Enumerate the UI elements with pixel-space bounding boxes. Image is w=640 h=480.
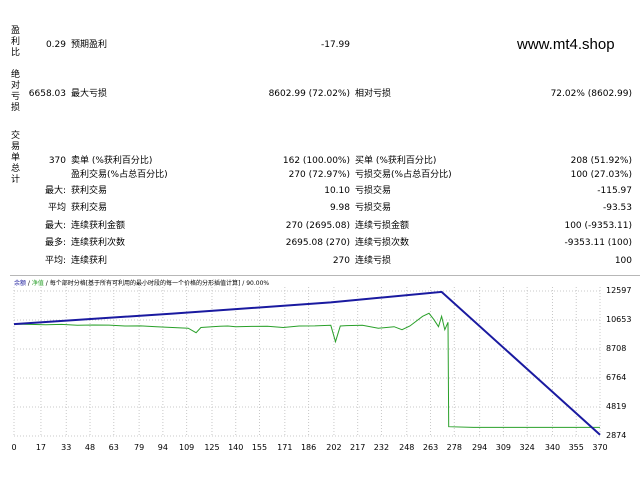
x-tick-label: 125	[204, 443, 220, 452]
loss-trades-label: 亏损交易(%占总百分比)	[355, 170, 452, 180]
x-tick-label: 0	[11, 443, 17, 452]
max-consecutive-losses-amount-label: 连续亏损金额	[355, 221, 410, 231]
x-tick-label: 232	[373, 443, 390, 452]
y-tick-label: 10653	[606, 314, 632, 324]
legend-equity: 净值	[31, 280, 44, 287]
long-positions-label: 买单 (%获利百分比)	[355, 156, 437, 166]
x-tick-label: 155	[251, 443, 268, 452]
x-tick-label: 294	[471, 443, 488, 452]
average-loss-trade-value: -93.53	[602, 203, 632, 213]
report-section: www.mt4.shop 盈利比 绝对亏损 交易单总计 0.29 预期盈利 -1…	[0, 0, 640, 272]
largest-prefix: 最大:	[44, 186, 66, 196]
long-positions-value: 208 (51.92%)	[570, 156, 632, 166]
relative-drawdown-value: 72.02% (8602.99)	[550, 89, 632, 99]
average-loss-trade-label: 亏损交易	[355, 203, 392, 213]
x-tick-label: 340	[544, 443, 561, 452]
x-tick-label: 63	[108, 443, 119, 452]
y-tick-label: 4819	[606, 401, 627, 411]
max-consecutive-wins-count-label: 连续获利次数	[71, 238, 126, 248]
maximal-prefix: 最多:	[44, 238, 66, 248]
relative-drawdown-label: 相对亏损	[355, 89, 392, 99]
balance-equity-chart: 余额 / 净值 / 每个部时分格[基于所有可利用的最小时段的每一个价格的分形插值…	[10, 275, 640, 452]
average-profit-trade-label: 获利交易	[71, 203, 108, 213]
expected-payoff-value: -17.99	[320, 40, 350, 50]
expected-payoff-label: 预期盈利	[71, 40, 108, 50]
average-profit-trade-value: 9.98	[329, 203, 350, 213]
x-tick-label: 217	[350, 443, 366, 452]
max-consecutive-wins-amount-value: 270 (2695.08)	[285, 221, 350, 231]
max-consecutive-losses-amount-value: 100 (-9353.11)	[564, 221, 632, 231]
max-consecutive-losses-count-value: -9353.11 (100)	[564, 238, 632, 248]
x-tick-label: 309	[495, 443, 512, 452]
short-positions-value: 162 (100.00%)	[282, 156, 350, 166]
balance-line	[13, 290, 601, 436]
max-consecutive-wins-amount-label: 连续获利金额	[71, 221, 126, 231]
maximum-prefix: 最大:	[44, 221, 66, 231]
avg-consecutive-losses-value: 100	[614, 256, 632, 266]
short-positions-label: 卖单 (%获利百分比)	[71, 156, 153, 166]
avg-consecutive-prefix: 平均:	[44, 256, 66, 266]
equity-line	[13, 312, 600, 428]
chart-svg	[13, 287, 601, 437]
largest-loss-trade-value: -115.97	[597, 186, 632, 196]
x-tick-label: 17	[35, 443, 47, 452]
largest-profit-trade-value: 10.10	[324, 186, 350, 196]
x-tick-label: 140	[228, 443, 244, 452]
max-consecutive-losses-count-label: 连续亏损次数	[355, 238, 410, 248]
profit-trades-label: 盈利交易(%占总百分比)	[71, 170, 168, 180]
legend-balance: 余额	[14, 280, 27, 287]
average-prefix: 平均	[47, 203, 66, 213]
x-tick-label: 202	[326, 443, 342, 452]
x-tick-label: 324	[519, 443, 535, 452]
chart-legend: 余额 / 净值 / 每个部时分格[基于所有可利用的最小时段的每一个价格的分形插值…	[14, 278, 269, 287]
x-tick-label: 186	[300, 443, 317, 452]
absolute-drawdown-value: 6658.03	[28, 89, 66, 99]
x-tick-label: 171	[277, 443, 293, 452]
profit-ratio-value: 0.29	[45, 40, 66, 50]
maximal-drawdown-label: 最大亏损	[71, 89, 108, 99]
x-tick-label: 109	[178, 443, 195, 452]
x-tick-label: 94	[157, 443, 168, 452]
avg-consecutive-losses-label: 连续亏损	[355, 256, 392, 266]
x-tick-label: 370	[592, 443, 608, 452]
x-tick-label: 33	[61, 443, 72, 452]
largest-loss-trade-label: 亏损交易	[355, 186, 392, 196]
x-tick-label: 355	[568, 443, 584, 452]
y-tick-label: 2874	[606, 431, 627, 440]
x-tick-label: 48	[84, 443, 96, 452]
maximal-drawdown-value: 8602.99 (72.02%)	[268, 89, 350, 99]
chart-grid	[13, 287, 601, 437]
x-tick-label: 278	[446, 443, 462, 452]
watermark: www.mt4.shop	[517, 36, 615, 53]
x-tick-label: 79	[134, 443, 145, 452]
total-trades-value: 370	[48, 156, 66, 166]
y-tick-label: 8708	[606, 343, 627, 353]
max-consecutive-wins-count-value: 2695.08 (270)	[285, 238, 350, 248]
y-tick-label: 6764	[606, 372, 627, 382]
y-tick-label: 12597	[606, 286, 632, 295]
largest-profit-trade-label: 获利交易	[71, 186, 108, 196]
x-tick-label: 263	[422, 443, 439, 452]
profit-trades-value: 270 (72.97%)	[288, 170, 350, 180]
x-tick-label: 248	[399, 443, 415, 452]
legend-note: / 每个部时分格[基于所有可利用的最小时段的每一个价格的分形插值计算] / 90…	[43, 280, 270, 287]
loss-trades-value: 100 (27.03%)	[570, 170, 632, 180]
avg-consecutive-wins-value: 270	[332, 256, 350, 266]
avg-consecutive-wins-label: 连续获利	[71, 256, 108, 266]
